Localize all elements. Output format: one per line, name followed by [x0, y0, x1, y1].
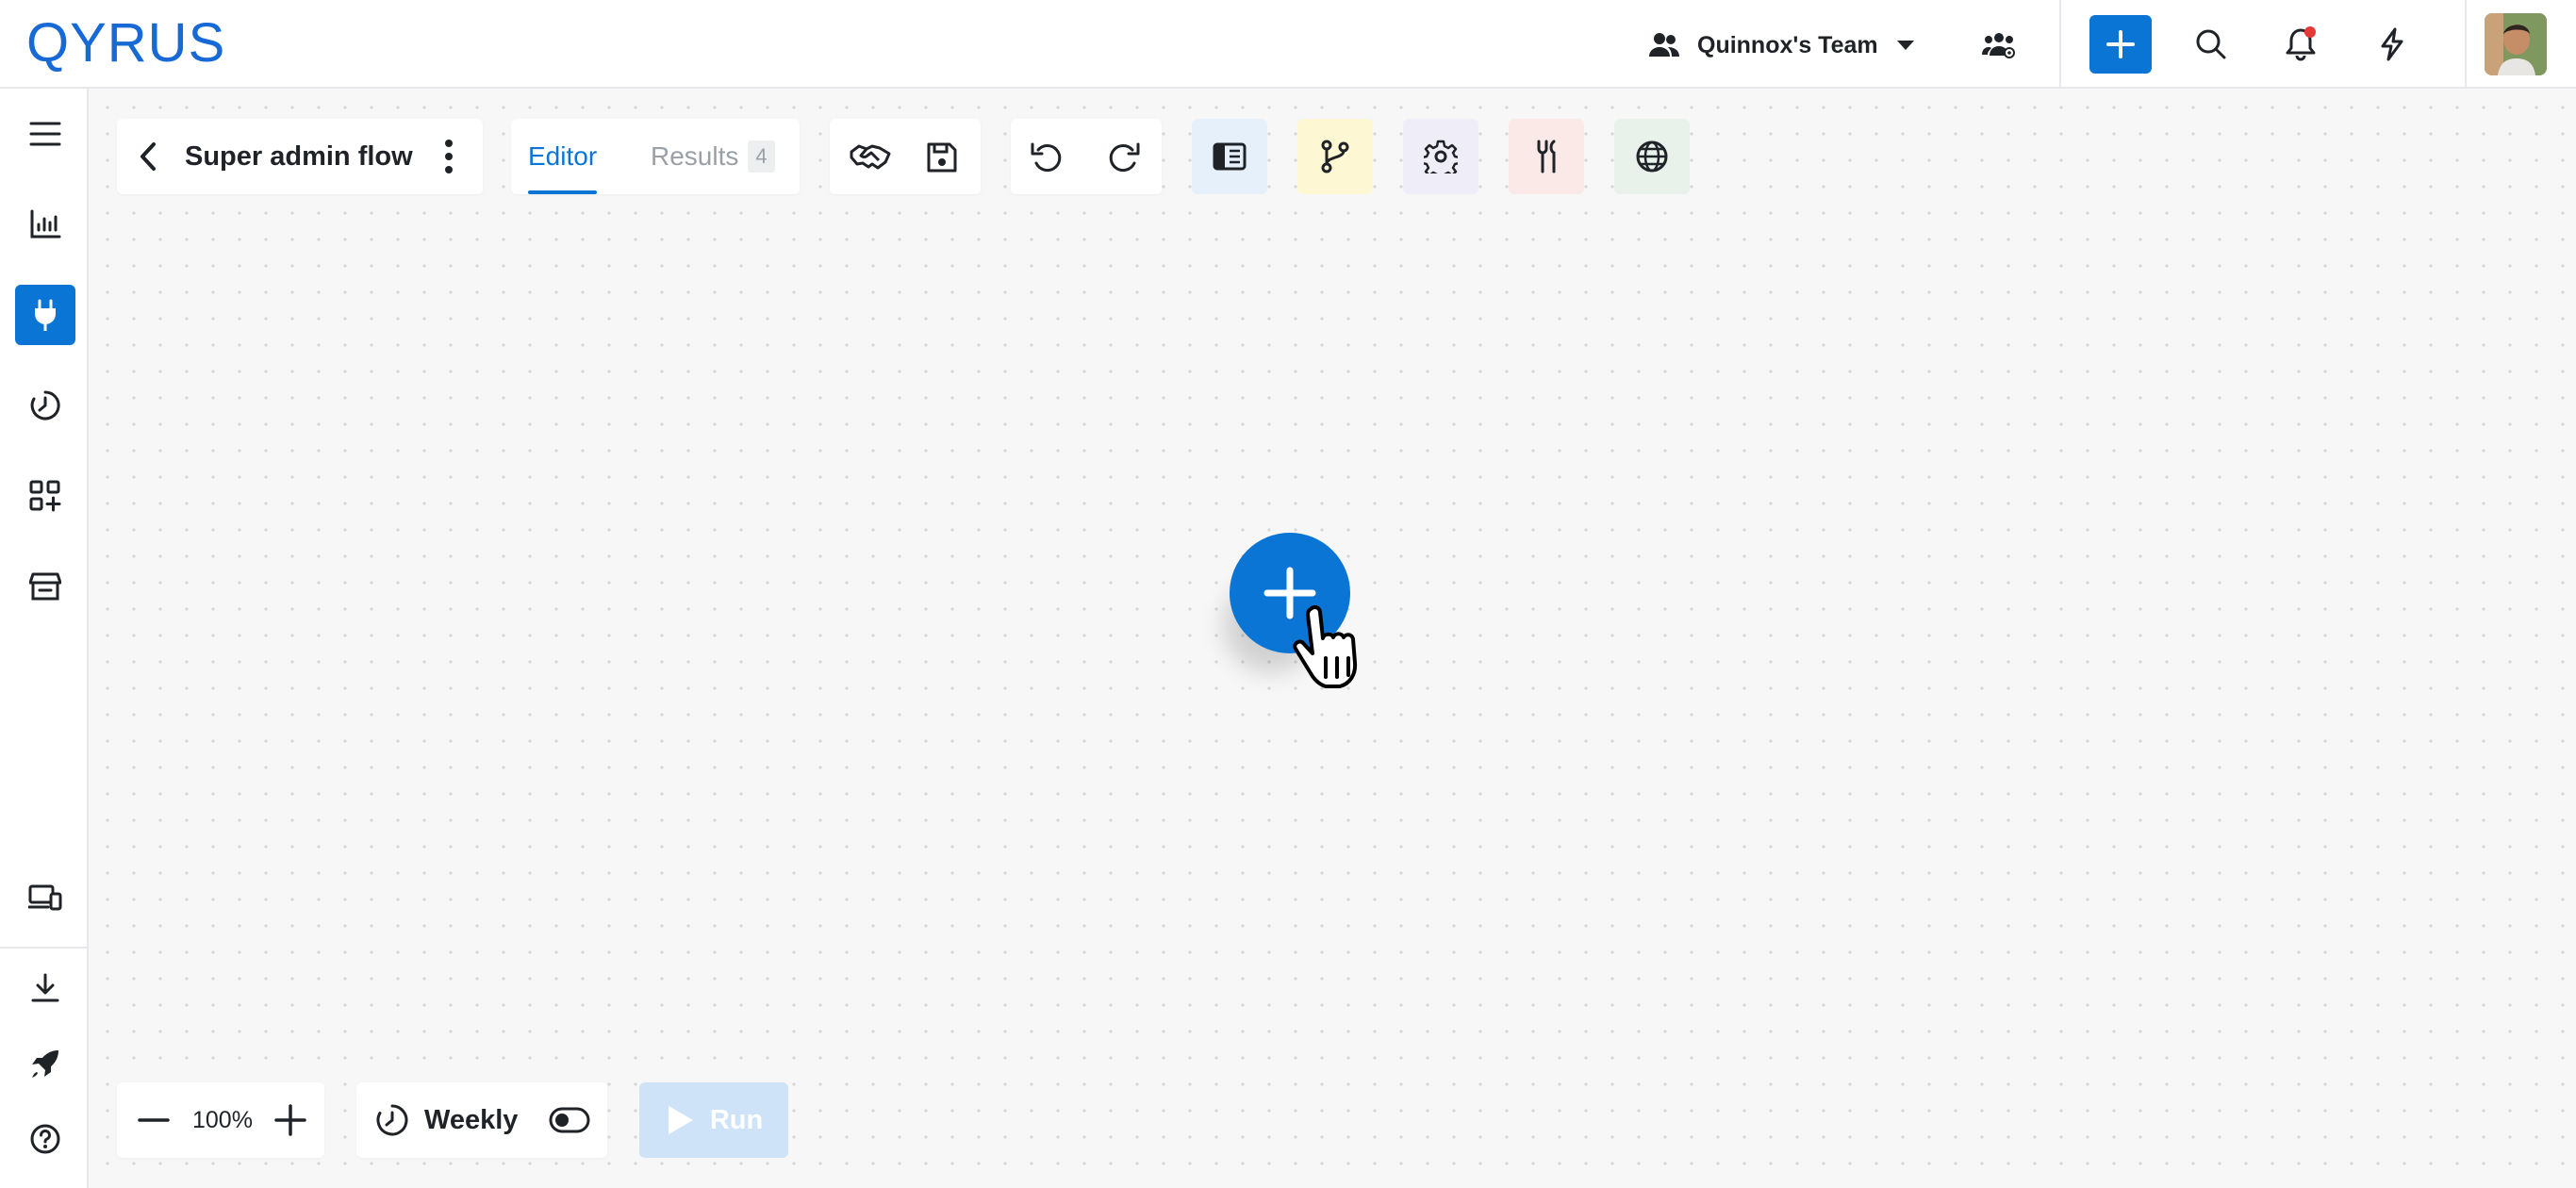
plus-icon: [2105, 29, 2136, 59]
tab-editor-label: Editor: [528, 141, 598, 171]
hamburger-icon[interactable]: [15, 104, 75, 164]
notification-dot: [2304, 26, 2316, 38]
tabs-panel: Editor Results 4: [511, 119, 800, 194]
qyrus-logo[interactable]: QYRUS: [26, 12, 226, 74]
left-sidebar: [0, 89, 89, 1188]
schedule-label: Weekly: [424, 1105, 519, 1135]
team-icon: [1648, 31, 1680, 59]
hand-pointer-cursor-icon: [1290, 603, 1367, 690]
run-label: Run: [709, 1104, 764, 1135]
tab-results[interactable]: Results 4: [651, 119, 775, 194]
history-icon[interactable]: [15, 375, 75, 436]
bar-chart-icon[interactable]: [15, 194, 75, 255]
devices-icon[interactable]: [15, 867, 75, 928]
top-bar: QYRUS Quinnox's Team: [0, 0, 2576, 89]
download-icon[interactable]: [15, 958, 75, 1018]
tab-results-label: Results: [651, 141, 739, 171]
undo-redo-panel: [1011, 119, 1162, 194]
undo-icon[interactable]: [1020, 130, 1075, 185]
rocket-icon[interactable]: [15, 1033, 75, 1094]
globe-button[interactable]: [1614, 119, 1690, 194]
branch-button[interactable]: [1297, 119, 1373, 194]
team-selector[interactable]: Quinnox's Team: [1648, 25, 1916, 66]
sidebar-divider: [0, 947, 87, 949]
run-button[interactable]: Run: [639, 1082, 788, 1158]
header-divider: [2059, 0, 2061, 87]
sidebar-panel-button[interactable]: [1192, 119, 1267, 194]
help-icon[interactable]: [15, 1109, 75, 1169]
store-icon[interactable]: [15, 556, 75, 617]
team-manage-icon[interactable]: [1975, 21, 2023, 68]
collab-save-panel: [830, 119, 981, 194]
save-icon[interactable]: [915, 130, 969, 185]
notifications-bell-icon[interactable]: [2278, 21, 2325, 68]
schedule-toggle[interactable]: [549, 1107, 590, 1133]
settings-icon: [1424, 140, 1458, 173]
schedule-clock-icon: [375, 1103, 409, 1137]
search-icon[interactable]: [2188, 21, 2235, 68]
flow-title-panel: Super admin flow: [117, 119, 483, 194]
plug-icon[interactable]: [15, 285, 75, 345]
more-options-icon[interactable]: [438, 136, 460, 177]
logo-text: QYRUS: [26, 12, 226, 74]
zoom-level: 100%: [192, 1107, 253, 1133]
globe-icon: [1635, 140, 1669, 173]
tools-button[interactable]: [1509, 119, 1584, 194]
zoom-in-icon[interactable]: [273, 1103, 307, 1137]
tab-editor[interactable]: Editor: [528, 119, 598, 194]
results-count-badge: 4: [748, 140, 775, 173]
redo-icon[interactable]: [1096, 130, 1150, 185]
settings-button[interactable]: [1403, 119, 1478, 194]
handshake-icon[interactable]: [843, 130, 898, 185]
create-new-button[interactable]: [2089, 15, 2152, 74]
lightning-icon[interactable]: [2369, 21, 2416, 68]
zoom-controls: 100%: [117, 1082, 324, 1158]
team-name: Quinnox's Team: [1697, 31, 1878, 58]
header-divider: [2465, 0, 2467, 87]
schedule-panel: Weekly: [356, 1082, 607, 1158]
back-arrow-icon[interactable]: [138, 141, 158, 172]
flow-title: Super admin flow: [185, 141, 413, 172]
apps-plus-icon[interactable]: [15, 466, 75, 526]
chevron-down-icon: [1895, 39, 1916, 52]
play-icon: [665, 1103, 695, 1137]
branch-icon: [1319, 140, 1351, 173]
tools-icon: [1531, 140, 1561, 173]
zoom-out-icon[interactable]: [138, 1105, 170, 1135]
sidebar-panel-icon: [1213, 142, 1247, 171]
user-avatar[interactable]: [2485, 13, 2547, 75]
